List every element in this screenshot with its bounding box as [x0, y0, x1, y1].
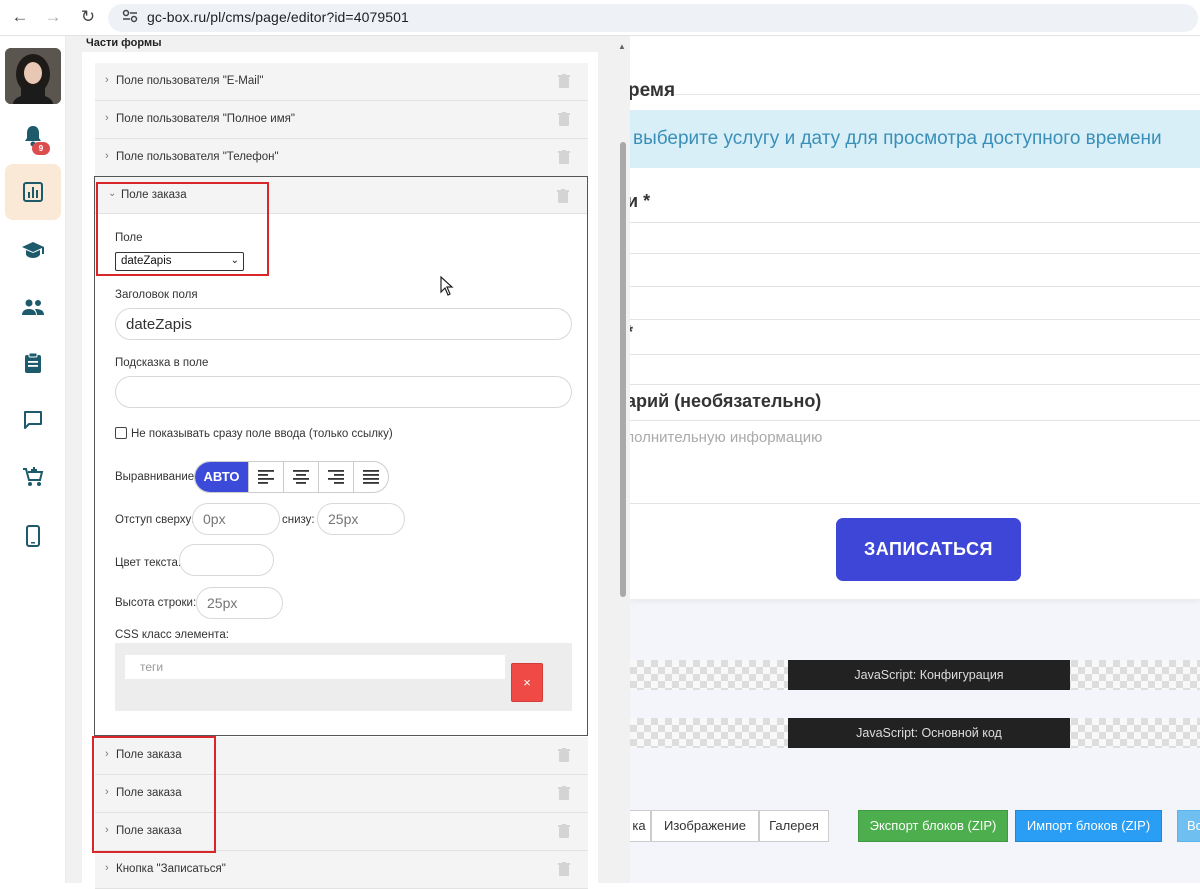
graduation-cap-icon[interactable] [5, 222, 61, 278]
field-label-fragment-2: * [630, 322, 633, 343]
tags-input[interactable]: теги [125, 655, 505, 679]
comment-placeholder[interactable]: полнительную информацию [630, 429, 822, 446]
preview-form-card: ремя выберите услугу и дату для просмотр… [630, 36, 1200, 599]
align-justify-button[interactable] [353, 462, 388, 492]
align-justify-icon [363, 470, 379, 484]
chart-icon[interactable] [5, 164, 61, 220]
margin-bottom-input[interactable] [317, 503, 405, 535]
align-left-button[interactable] [248, 462, 283, 492]
align-group: АВТО [194, 461, 389, 493]
mobile-icon[interactable] [5, 508, 61, 564]
chevron-right-icon: › [105, 74, 109, 86]
info-text: выберите услугу и дату для просмотра дос… [633, 128, 1162, 149]
trash-icon[interactable] [558, 112, 570, 126]
info-banner: выберите услугу и дату для просмотра дос… [630, 110, 1200, 168]
chevron-right-icon: › [105, 150, 109, 162]
align-label: Выравнивание [115, 471, 195, 483]
highlight-box-rows [92, 736, 216, 853]
trash-icon[interactable] [558, 748, 570, 762]
page-preview: ремя выберите услугу и дату для просмотр… [630, 36, 1200, 883]
form-part-row[interactable]: › Поле пользователя "Полное имя" [95, 101, 588, 139]
form-part-row[interactable]: › Поле пользователя "E-Mail" [95, 63, 588, 101]
toolbar-button-partial[interactable]: ка [630, 810, 651, 842]
align-center-icon [293, 470, 309, 484]
avatar[interactable] [5, 48, 61, 104]
editor-scrollbar[interactable]: ▲ [616, 36, 630, 883]
hint-input[interactable] [115, 376, 572, 408]
no-show-label: Не показывать сразу поле ввода (только с… [131, 428, 393, 440]
no-show-checkbox[interactable] [115, 427, 127, 439]
notification-badge: 9 [32, 142, 50, 155]
text-color-label: Цвет текста: [115, 557, 182, 569]
js-main-label[interactable]: JavaScript: Основной код [788, 718, 1070, 748]
css-class-label: CSS класс элемента: [115, 629, 229, 641]
align-right-icon [328, 470, 344, 484]
bell-icon[interactable] [5, 108, 61, 164]
highlight-box-expanded [96, 182, 269, 276]
form-part-row[interactable]: › Поле пользователя "Телефон" [95, 139, 588, 177]
line-height-input[interactable] [196, 587, 283, 619]
chevron-right-icon: › [105, 112, 109, 124]
url-text[interactable]: gc-box.ru/pl/cms/page/editor?id=4079501 [147, 9, 409, 25]
field-label-fragment: и * [630, 191, 651, 211]
tags-container: теги × [115, 643, 572, 711]
margin-top-label: Отступ сверху: [115, 514, 195, 526]
align-right-button[interactable] [318, 462, 353, 492]
more-button-partial[interactable]: Во [1177, 810, 1200, 842]
scroll-thumb[interactable] [620, 142, 626, 597]
browser-toolbar: ← → ↻ gc-box.ru/pl/cms/page/editor?id=40… [0, 0, 1200, 36]
header-input[interactable]: dateZapis [115, 308, 572, 340]
trash-icon[interactable] [558, 862, 570, 876]
text-color-input[interactable] [179, 544, 274, 576]
align-center-button[interactable] [283, 462, 318, 492]
align-auto-button[interactable]: АВТО [195, 462, 248, 492]
form-part-row[interactable]: › Кнопка "Записаться" [95, 851, 588, 889]
users-icon[interactable] [5, 279, 61, 335]
preview-heading: ремя [630, 80, 676, 101]
margin-bottom-label: снизу: [282, 514, 315, 526]
cart-add-icon[interactable] [5, 449, 61, 505]
js-config-label[interactable]: JavaScript: Конфигурация [788, 660, 1070, 690]
back-button[interactable]: ← [9, 6, 31, 28]
trash-icon[interactable] [558, 74, 570, 88]
trash-icon[interactable] [558, 824, 570, 838]
app-sidebar: 9 [0, 36, 66, 883]
header-label: Заголовок поля [115, 289, 198, 301]
scroll-up-icon[interactable]: ▲ [618, 42, 626, 51]
forward-button[interactable]: → [42, 6, 64, 28]
site-settings-icon[interactable] [122, 9, 138, 26]
comment-label: арий (необязательно) [630, 391, 822, 411]
margin-top-input[interactable] [192, 503, 280, 535]
form-part-label: Поле пользователя "E-Mail" [116, 75, 264, 87]
clipboard-icon[interactable] [5, 335, 61, 391]
align-left-icon [258, 470, 274, 484]
export-blocks-button[interactable]: Экспорт блоков (ZIP) [858, 810, 1008, 842]
section-title: Части формы [86, 37, 162, 49]
import-blocks-button[interactable]: Импорт блоков (ZIP) [1015, 810, 1162, 842]
submit-button[interactable]: ЗАПИСАТЬСЯ [836, 518, 1021, 581]
gallery-block-button[interactable]: Галерея [759, 810, 829, 842]
chevron-right-icon: › [105, 862, 109, 874]
line-height-label: Высота строки: [115, 597, 197, 609]
hint-label: Подсказка в поле [115, 357, 209, 369]
form-part-label: Поле пользователя "Полное имя" [116, 113, 295, 125]
mouse-cursor-icon [440, 276, 454, 296]
form-part-label: Кнопка "Записаться" [116, 863, 226, 875]
trash-icon[interactable] [558, 150, 570, 164]
form-part-label: Поле пользователя "Телефон" [116, 151, 279, 163]
delete-tag-button[interactable]: × [511, 663, 543, 702]
image-block-button[interactable]: Изображение [651, 810, 759, 842]
reload-button[interactable]: ↻ [77, 6, 99, 28]
trash-icon[interactable] [557, 189, 569, 203]
trash-icon[interactable] [558, 786, 570, 800]
chat-icon[interactable] [5, 392, 61, 448]
